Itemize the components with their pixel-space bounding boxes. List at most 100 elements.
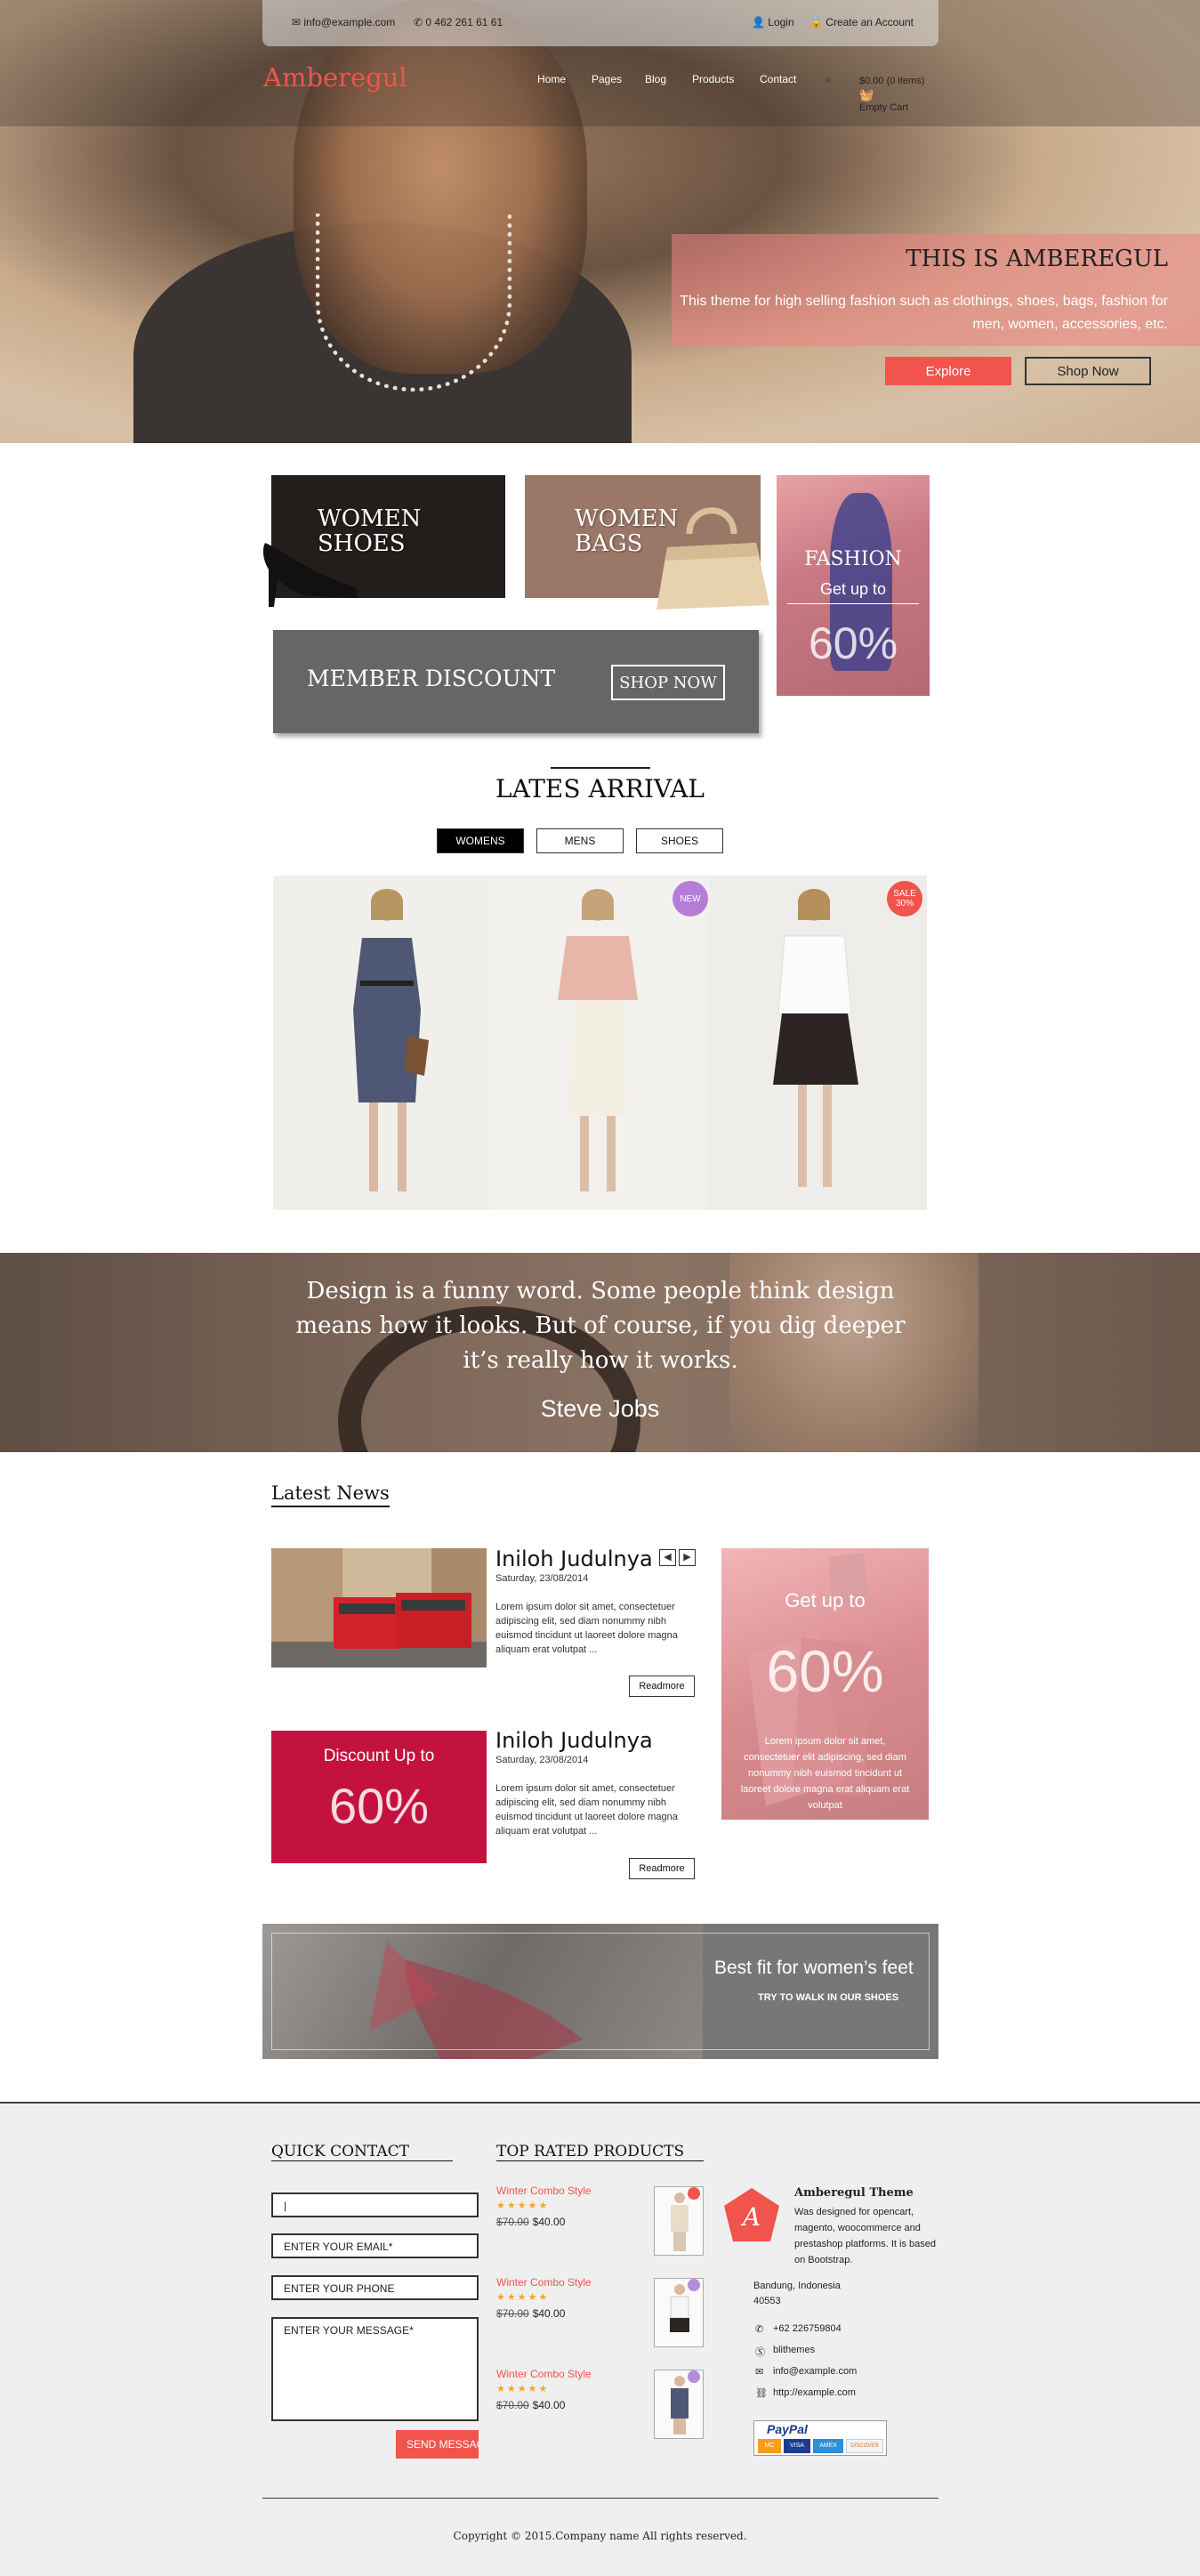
svg-text:A: A	[740, 2202, 761, 2232]
member-discount-title: MEMBER DISCOUNT	[307, 666, 556, 691]
rating-stars: ★★★★★	[496, 2201, 550, 2211]
login-link[interactable]: 👤 Login	[752, 16, 794, 28]
shop-now-button[interactable]: Shop Now	[1025, 357, 1151, 385]
news-image-london-bus	[271, 1548, 487, 1668]
tab-mens[interactable]: MENS	[536, 828, 624, 853]
sidebar-promo-label: Get up to	[785, 1589, 866, 1611]
hero-text: This theme for high selling fashion such…	[680, 294, 1168, 332]
amex-icon: AMEX	[813, 2439, 843, 2453]
rating-stars: ★★★★★	[496, 2384, 550, 2394]
product-price: $70.00 $40.00	[496, 2399, 566, 2411]
utility-email[interactable]: ✉ info@example.com	[292, 16, 395, 28]
theme-logo: A	[724, 2188, 779, 2241]
site-logo[interactable]: Amberegul	[263, 62, 407, 93]
news-excerpt: Lorem ipsum dolor sit amet, consectetuer…	[495, 1602, 678, 1655]
hero-title: THIS IS AMBEREGUL	[906, 246, 1168, 272]
quote-author: Steve Jobs	[540, 1395, 660, 1422]
latest-news-title: Latest News	[271, 1482, 390, 1507]
skype-icon: Ⓢ	[755, 2347, 765, 2358]
product-title[interactable]: Winter Combo Style	[496, 2184, 592, 2197]
handbag-image	[656, 507, 769, 610]
banner-subtitle: TRY TO WALK IN OUR SHOES	[758, 1992, 899, 2003]
theme-description: Was designed for opencart, magento, wooc…	[794, 2207, 936, 2265]
nav-home[interactable]: Home	[537, 73, 566, 85]
search-icon[interactable]: ⌕	[826, 73, 832, 86]
nav-contact[interactable]: Contact	[760, 73, 796, 85]
email-field[interactable]: ENTER YOUR EMAIL*	[271, 2233, 479, 2258]
mini-cart[interactable]: $0.00 (0 items) 🧺 Empty Cart	[859, 75, 924, 115]
visa-icon: VISA	[784, 2439, 810, 2453]
sidebar-promo[interactable]: Get up to 60% Lorem ipsum dolor sit amet…	[721, 1548, 929, 1820]
footer-skype[interactable]: blithemes	[773, 2345, 815, 2355]
news-next-icon[interactable]: ▶	[679, 1549, 696, 1566]
cart-basket-icon: 🧺	[859, 88, 874, 101]
tab-shoes[interactable]: SHOES	[636, 828, 723, 853]
top-rated-title: TOP RATED PRODUCTS	[496, 2143, 704, 2161]
phone-icon: ✆	[755, 2324, 764, 2335]
news-date: Saturday, 23/08/2014	[495, 1573, 589, 1584]
banner-frame	[271, 1933, 930, 2050]
product-card[interactable]	[273, 876, 491, 1210]
explore-button[interactable]: Explore	[885, 357, 1011, 385]
payment-methods: PayPal MC VISA AMEX DISCOVER	[753, 2420, 887, 2456]
name-field[interactable]: |	[271, 2192, 479, 2217]
product-card[interactable]: NEW	[491, 876, 709, 1210]
phone-field[interactable]: ENTER YOUR PHONE	[271, 2275, 479, 2300]
footer-divider	[262, 2498, 938, 2499]
product-title[interactable]: Winter Combo Style	[496, 2368, 592, 2380]
cart-status: Empty Cart	[859, 102, 909, 113]
news-prev-icon[interactable]: ◀	[659, 1549, 676, 1566]
cart-total: $0.00 (0 items)	[859, 76, 925, 86]
product-badge-dot	[688, 2370, 700, 2383]
fashion-divider	[787, 603, 919, 604]
email-icon: ✉	[755, 2367, 764, 2378]
footer-website[interactable]: http://example.com	[773, 2387, 856, 2398]
discount-thumbnail[interactable]: Discount Up to 60%	[271, 1731, 487, 1863]
sale-badge: SALE 30%	[887, 881, 922, 917]
rating-stars: ★★★★★	[496, 2292, 550, 2303]
readmore-button[interactable]: Readmore	[629, 1858, 695, 1879]
product-title[interactable]: Winter Combo Style	[496, 2276, 592, 2289]
product-card[interactable]: SALE 30%	[709, 876, 927, 1210]
discount-label: Discount Up to	[323, 1747, 435, 1765]
fashion-percent: 60%	[808, 618, 898, 668]
nav-products[interactable]: Products	[692, 73, 734, 85]
news-excerpt: Lorem ipsum dolor sit amet, consectetuer…	[495, 1783, 678, 1837]
message-field[interactable]: ENTER YOUR MESSAGE*	[271, 2317, 479, 2421]
nav-blog[interactable]: Blog	[645, 73, 666, 85]
news-title[interactable]: Iniloh Judulnya	[495, 1728, 653, 1753]
product-image-shirt	[773, 889, 858, 1187]
section-divider	[551, 767, 650, 769]
utility-bar: ✉ info@example.com ✆ 0 462 261 61 61 👤 L…	[262, 0, 938, 46]
discover-icon: DISCOVER	[846, 2439, 883, 2453]
send-message-button[interactable]: SEND MESSAGE	[396, 2430, 479, 2459]
new-badge: NEW	[672, 881, 708, 917]
fashion-title: FASHION	[804, 548, 902, 570]
product-price: $70.00 $40.00	[496, 2307, 566, 2320]
theme-name: Amberegul Theme	[794, 2186, 914, 2200]
quick-contact-title: QUICK CONTACT	[271, 2143, 453, 2161]
link-icon: ⛓	[755, 2388, 768, 2399]
tab-womens[interactable]: WOMENS	[437, 828, 524, 853]
address-city: Bandung, Indonesia	[753, 2281, 841, 2291]
discount-percent: 60%	[328, 1778, 430, 1834]
footer-phone: +62 226759804	[773, 2323, 842, 2334]
product-image-blouse	[558, 889, 638, 1191]
product-price: $70.00 $40.00	[496, 2216, 566, 2228]
news-title[interactable]: Iniloh Judulnya	[495, 1546, 653, 1571]
sidebar-promo-percent: 60%	[766, 1638, 884, 1704]
create-account-link[interactable]: 🔒 Create an Account	[809, 16, 914, 28]
banner-title: Best fit for women’s feet	[714, 1958, 914, 1978]
fashion-subtitle: Get up to	[819, 580, 887, 598]
news-date: Saturday, 23/08/2014	[495, 1755, 589, 1765]
news-thumbnail[interactable]	[271, 1548, 487, 1668]
footer-email[interactable]: info@example.com	[773, 2366, 857, 2377]
mastercard-icon: MC	[758, 2439, 781, 2453]
readmore-button[interactable]: Readmore	[629, 1676, 695, 1697]
fashion-promo-tile[interactable]: FASHION Get up to 60%	[777, 475, 930, 696]
sidebar-promo-text: Lorem ipsum dolor sit amet, consectetuer…	[740, 1736, 910, 1811]
hero-model-chain	[316, 214, 511, 392]
member-shop-now-button[interactable]: SHOP NOW	[611, 665, 725, 700]
nav-pages[interactable]: Pages	[592, 73, 622, 85]
footwear-banner[interactable]: Best fit for women’s feet TRY TO WALK IN…	[262, 1924, 938, 2059]
